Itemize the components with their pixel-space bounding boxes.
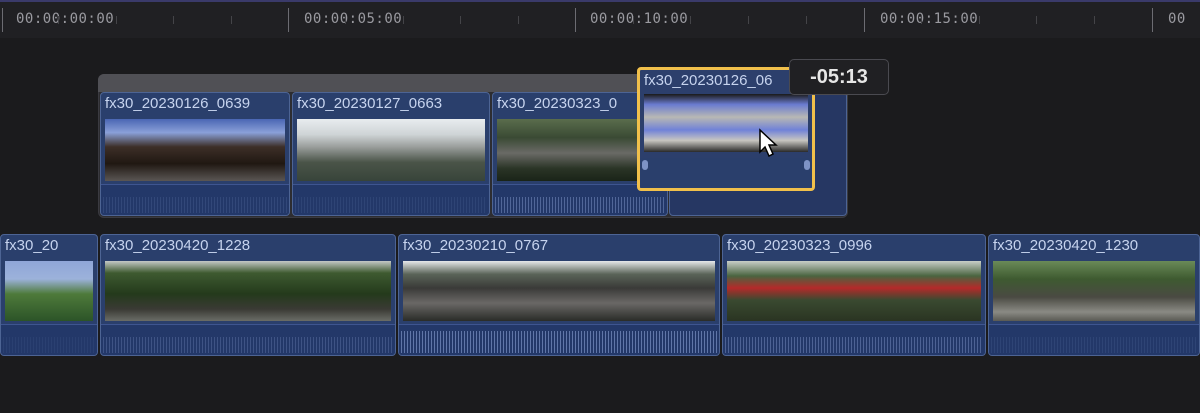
ruler-major-tick [2,8,3,32]
ruler-label-1: 00:00:05:00 [304,11,403,27]
ruler-label-2: 00:00:10:00 [590,11,689,27]
clip-name: fx30_20230323_0996 [727,237,873,254]
ruler-minor-tick [345,16,346,24]
clip-thumbnail [727,261,981,321]
ruler-major-tick [288,8,289,32]
ruler-minor-tick [748,16,749,24]
ruler-minor-tick [58,16,59,24]
pointer-cursor-icon [759,128,778,158]
clip-thumbnail [5,261,93,321]
audio-waveform [399,324,719,355]
clip-name: fx30_20230127_0663 [297,95,443,112]
ruler-label-0: 00:00:00:00 [16,11,115,27]
clip-name: fx30_20 [5,237,59,254]
primary-clip[interactable]: fx30_20230210_0767 [398,234,720,356]
ruler-minor-tick [460,16,461,24]
primary-clip[interactable]: fx30_20230420_1228 [100,234,396,356]
clip-name: fx30_20230126_06 [644,72,773,89]
clip-thumbnail [993,261,1195,321]
ruler-label-4: 00 [1168,11,1186,27]
clip-thumbnail [105,119,285,181]
ruler-minor-tick [690,16,691,24]
audio-waveform [640,158,812,188]
clip-thumbnail [403,261,715,321]
clip-thumbnail [105,261,391,321]
primary-clip[interactable]: fx30_20230323_0996 [722,234,986,356]
ruler-minor-tick [921,16,922,24]
audio-waveform [989,324,1199,355]
audio-fade-handle-right[interactable] [804,160,810,170]
primary-clip[interactable]: fx30_20230420_1230 [988,234,1200,356]
drag-offset-readout: -05:13 [789,59,889,95]
clip-name: fx30_20230126_0639 [105,95,251,112]
audio-waveform [293,184,489,215]
clip-name: fx30_20230420_1230 [993,237,1139,254]
ruler-minor-tick [979,16,980,24]
clip-thumbnail [644,94,808,152]
ruler-minor-tick [806,16,807,24]
ruler-major-tick [1152,8,1153,32]
clip-thumbnail [297,119,485,181]
ruler-minor-tick [633,16,634,24]
ruler-minor-tick [1094,16,1095,24]
primary-clip[interactable]: fx30_20 [0,234,98,356]
audio-waveform [101,324,395,355]
ruler-major-tick [575,8,576,32]
ruler-minor-tick [231,16,232,24]
storyline-clip[interactable]: fx30_20230126_0639 [100,92,290,216]
audio-waveform [723,324,985,355]
clip-name: fx30_20230420_1228 [105,237,251,254]
storyline-clip[interactable]: fx30_20230127_0663 [292,92,490,216]
ruler-minor-tick [1036,16,1037,24]
clip-name: fx30_20230210_0767 [403,237,549,254]
audio-fade-handle-left[interactable] [642,160,648,170]
audio-waveform [1,324,97,355]
ruler-minor-tick [173,16,174,24]
ruler-major-tick [864,8,865,32]
audio-waveform [101,184,289,215]
timeline-ruler[interactable]: 00:00:00:00 00:00:05:00 00:00:10:00 00:0… [0,0,1200,38]
ruler-minor-tick [116,16,117,24]
ruler-minor-tick [518,16,519,24]
ruler-label-3: 00:00:15:00 [880,11,979,27]
ruler-minor-tick [403,16,404,24]
